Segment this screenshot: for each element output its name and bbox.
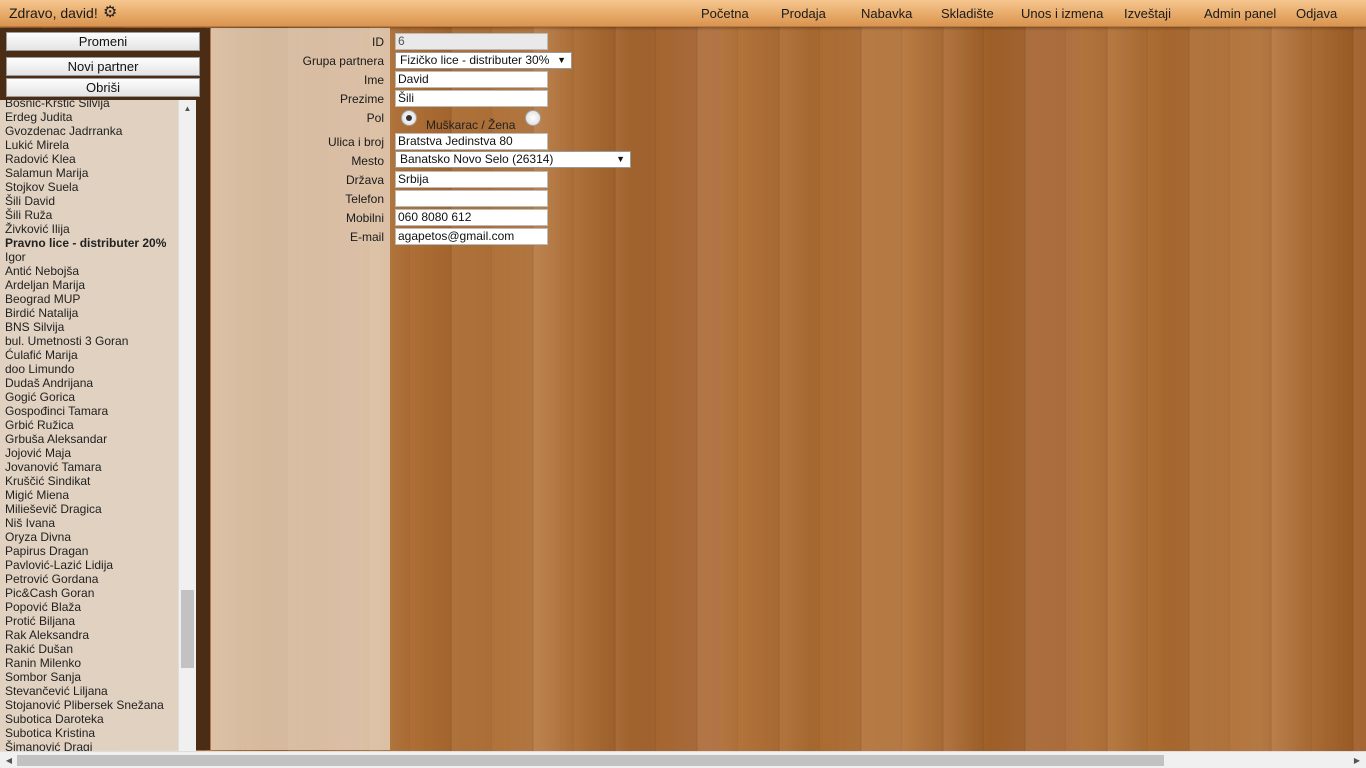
list-item[interactable]: Sombor Sanja [5, 670, 177, 684]
nav-item-admin-panel[interactable]: Admin panel [1204, 6, 1276, 21]
phone-label: Telefon [345, 192, 384, 206]
phone-field[interactable] [395, 190, 548, 207]
list-item[interactable]: Gogić Gorica [5, 390, 177, 404]
nav-item-odjava[interactable]: Odjava [1296, 6, 1337, 21]
list-item[interactable]: Ćulafić Marija [5, 348, 177, 362]
list-item[interactable]: Pavlović-Lazić Lidija [5, 558, 177, 572]
mobile-field[interactable]: 060 8080 612 [395, 209, 548, 226]
list-item[interactable]: Kruščić Sindikat [5, 474, 177, 488]
list-item[interactable]: Dudaš Andrijana [5, 376, 177, 390]
partner-group-select[interactable]: Fizičko lice - distributer 30% ▼ [395, 52, 572, 69]
list-item[interactable]: Subotica Kristina [5, 726, 177, 740]
scroll-left-arrow-icon[interactable]: ◀ [2, 754, 16, 767]
list-item[interactable]: doo Limundo [5, 362, 177, 376]
scrollbar-thumb[interactable] [181, 590, 194, 668]
list-item[interactable]: Petrović Gordana [5, 572, 177, 586]
list-item[interactable]: Stojanović Plibersek Snežana [5, 698, 177, 712]
list-item[interactable]: Gvozdenac Jadrranka [5, 124, 177, 138]
gender-options-text: Muškarac / Žena [426, 118, 516, 132]
gender-label: Pol [366, 111, 384, 125]
sidebar: Promeni Novi partner Obriši Bosnić-Krsti… [0, 28, 210, 768]
list-item[interactable]: Antić Nebojša [5, 264, 177, 278]
list-item[interactable]: Rakić Dušan [5, 642, 177, 656]
list-item[interactable]: Šili Ruža [5, 208, 177, 222]
main-nav: Početna Prodaja Nabavka Skladište Unos i… [0, 6, 1366, 24]
list-item[interactable]: Jovanović Tamara [5, 460, 177, 474]
list-item[interactable]: Ranin Milenko [5, 656, 177, 670]
id-field: 6 [395, 33, 548, 50]
street-field[interactable]: Bratstva Jedinstva 80 [395, 133, 548, 150]
street-label: Ulica i broj [327, 135, 384, 149]
list-item[interactable]: Popović Blaža [5, 600, 177, 614]
nav-item-prodaja[interactable]: Prodaja [781, 6, 826, 21]
nav-item-unos-i-izmena[interactable]: Unos i izmena [1021, 6, 1103, 21]
first-name-label: Ime [363, 73, 384, 87]
nav-item-nabavka[interactable]: Nabavka [861, 6, 912, 21]
nav-item-izvestaji[interactable]: Izveštaji [1124, 6, 1171, 21]
scroll-right-arrow-icon[interactable]: ▶ [1350, 754, 1364, 767]
horizontal-scrollbar-thumb[interactable] [17, 755, 1164, 766]
list-item[interactable]: Beograd MUP [5, 292, 177, 306]
list-item[interactable]: Gospođinci Tamara [5, 404, 177, 418]
list-item[interactable]: Milieševič Dragica [5, 502, 177, 516]
list-item[interactable]: Šili David [5, 194, 177, 208]
delete-button[interactable]: Obriši [6, 78, 200, 97]
list-item[interactable]: Oryza Divna [5, 530, 177, 544]
list-item[interactable]: Grbić Ružica [5, 418, 177, 432]
last-name-field[interactable]: Šili [395, 90, 548, 107]
gender-female-radio[interactable] [525, 110, 541, 126]
list-group-header[interactable]: Pravno lice - distributer 20% [5, 236, 177, 250]
list-item[interactable]: Jojović Maja [5, 446, 177, 460]
last-name-label: Prezime [339, 92, 384, 106]
city-label: Mesto [351, 154, 384, 168]
gender-male-radio[interactable] [401, 110, 417, 126]
list-item[interactable]: Protić Biljana [5, 614, 177, 628]
list-item[interactable]: Grbuša Aleksandar [5, 432, 177, 446]
dropdown-arrow-icon: ▼ [616, 154, 625, 164]
id-label: ID [372, 35, 384, 49]
list-item[interactable]: BNS Silvija [5, 320, 177, 334]
partner-list-items: Bosnić-Krstić Silvija Erdeg Judita Gvozden… [5, 100, 177, 754]
email-field[interactable]: agapetos@gmail.com [395, 228, 548, 245]
list-item[interactable]: bul. Umetnosti 3 Goran [5, 334, 177, 348]
list-item[interactable]: Rak Aleksandra [5, 628, 177, 642]
horizontal-scrollbar[interactable]: ◀ ▶ [0, 751, 1366, 768]
list-item[interactable]: Papirus Dragan [5, 544, 177, 558]
list-item[interactable]: Birdić Natalija [5, 306, 177, 320]
partner-group-value: Fizičko lice - distributer 30% [400, 53, 550, 67]
partner-list-scrollbar[interactable]: ▲ ▼ [178, 100, 196, 768]
list-item[interactable]: Bosnić-Krstić Silvija [5, 100, 177, 110]
city-select[interactable]: Banatsko Novo Selo (26314) ▼ [395, 151, 631, 168]
scroll-up-arrow-icon[interactable]: ▲ [179, 102, 196, 116]
dropdown-arrow-icon: ▼ [557, 55, 566, 65]
new-partner-button[interactable]: Novi partner [6, 57, 200, 76]
list-item[interactable]: Pic&Cash Goran [5, 586, 177, 600]
list-item[interactable]: Ardeljan Marija [5, 278, 177, 292]
change-button[interactable]: Promeni [6, 32, 200, 51]
list-item[interactable]: Lukić Mirela [5, 138, 177, 152]
email-label: E-mail [349, 230, 384, 244]
country-field[interactable]: Srbija [395, 171, 548, 188]
list-item[interactable]: Živković Ilija [5, 222, 177, 236]
country-label: Država [345, 173, 384, 187]
list-item[interactable]: Subotica Daroteka [5, 712, 177, 726]
list-item[interactable]: Salamun Marija [5, 166, 177, 180]
list-item[interactable]: Erdeg Judita [5, 110, 177, 124]
list-item[interactable]: Migić Miena [5, 488, 177, 502]
list-item[interactable]: Radović Klea [5, 152, 177, 166]
top-bar: Zdravo, david! ⚙ Početna Prodaja Nabavka… [0, 0, 1366, 27]
partner-list[interactable]: Bosnić-Krstić Silvija Erdeg Judita Gvozden… [0, 100, 196, 768]
mobile-label: Mobilni [345, 211, 384, 225]
partner-group-label: Grupa partnera [302, 54, 384, 68]
list-item[interactable]: Stojkov Suela [5, 180, 177, 194]
first-name-field[interactable]: David [395, 71, 548, 88]
list-item[interactable]: Igor [5, 250, 177, 264]
list-item[interactable]: Niš Ivana [5, 516, 177, 530]
nav-item-pocetna[interactable]: Početna [701, 6, 749, 21]
city-value: Banatsko Novo Selo (26314) [400, 152, 554, 166]
nav-item-skladiste[interactable]: Skladište [941, 6, 994, 21]
list-item[interactable]: Stevančević Liljana [5, 684, 177, 698]
